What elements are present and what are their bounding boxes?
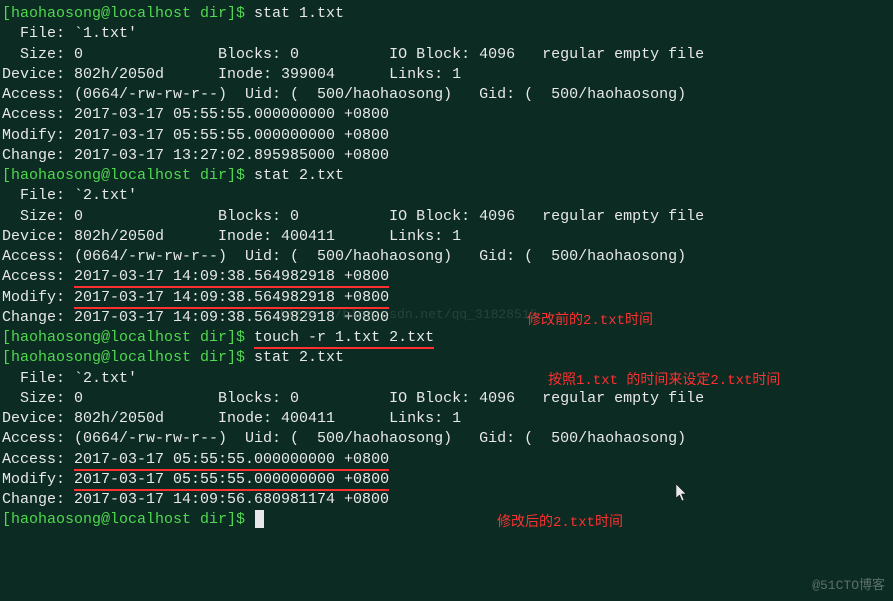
prompt: [haohaosong@localhost dir]$: [2, 329, 254, 346]
output-accessperm-2: Access: (0664/-rw-rw-r--) Uid: ( 500/hao…: [2, 247, 891, 267]
prompt-line-3[interactable]: [haohaosong@localhost dir]$ touch -r 1.t…: [2, 328, 891, 348]
underlined-access-after: 2017-03-17 05:55:55.000000000 +0800: [74, 451, 389, 471]
output-size-2: Size: 0 Blocks: 0 IO Block: 4096 regular…: [2, 207, 891, 227]
output-modifytime-3: Modify: 2017-03-17 05:55:55.000000000 +0…: [2, 470, 891, 490]
output-modifytime-1: Modify: 2017-03-17 05:55:55.000000000 +0…: [2, 126, 891, 146]
command-3: touch -r 1.txt 2.txt: [254, 329, 434, 349]
underlined-modify-before: 2017-03-17 14:09:38.564982918 +0800: [74, 289, 389, 309]
prompt: [haohaosong@localhost dir]$: [2, 5, 254, 22]
output-changetime-2: Change: 2017-03-17 14:09:38.564982918 +0…: [2, 308, 891, 328]
command-2: stat 2.txt: [254, 167, 344, 184]
prompt: [haohaosong@localhost dir]$: [2, 511, 254, 528]
output-accessperm-1: Access: (0664/-rw-rw-r--) Uid: ( 500/hao…: [2, 85, 891, 105]
annotation-after: 修改后的2.txt时间: [497, 514, 623, 533]
command-4: stat 2.txt: [254, 349, 344, 366]
cursor-icon: [255, 510, 264, 528]
output-size-1: Size: 0 Blocks: 0 IO Block: 4096 regular…: [2, 45, 891, 65]
output-modifytime-2: Modify: 2017-03-17 14:09:38.564982918 +0…: [2, 288, 891, 308]
output-device-3: Device: 802h/2050d Inode: 400411 Links: …: [2, 409, 891, 429]
annotation-touch: 按照1.txt 的时间来设定2.txt时间: [548, 372, 780, 391]
underlined-access-before: 2017-03-17 14:09:38.564982918 +0800: [74, 268, 389, 288]
output-accesstime-1: Access: 2017-03-17 05:55:55.000000000 +0…: [2, 105, 891, 125]
output-file-2: File: `2.txt': [2, 186, 891, 206]
output-size-3: Size: 0 Blocks: 0 IO Block: 4096 regular…: [2, 389, 891, 409]
prompt: [haohaosong@localhost dir]$: [2, 349, 254, 366]
output-accessperm-3: Access: (0664/-rw-rw-r--) Uid: ( 500/hao…: [2, 429, 891, 449]
output-file-1: File: `1.txt': [2, 24, 891, 44]
output-accesstime-2: Access: 2017-03-17 14:09:38.564982918 +0…: [2, 267, 891, 287]
underlined-modify-after: 2017-03-17 05:55:55.000000000 +0800: [74, 471, 389, 491]
prompt-line-4[interactable]: [haohaosong@localhost dir]$ stat 2.txt: [2, 348, 891, 368]
prompt-line-1[interactable]: [haohaosong@localhost dir]$ stat 1.txt: [2, 4, 891, 24]
watermark-bottom-right: @51CTO博客: [812, 577, 885, 595]
prompt-line-final[interactable]: [haohaosong@localhost dir]$: [2, 510, 891, 530]
command-1: stat 1.txt: [254, 5, 344, 22]
output-device-1: Device: 802h/2050d Inode: 399004 Links: …: [2, 65, 891, 85]
output-changetime-1: Change: 2017-03-17 13:27:02.895985000 +0…: [2, 146, 891, 166]
prompt: [haohaosong@localhost dir]$: [2, 167, 254, 184]
output-device-2: Device: 802h/2050d Inode: 400411 Links: …: [2, 227, 891, 247]
prompt-line-2[interactable]: [haohaosong@localhost dir]$ stat 2.txt: [2, 166, 891, 186]
annotation-before: 修改前的2.txt时间: [527, 312, 653, 331]
output-changetime-3: Change: 2017-03-17 14:09:56.680981174 +0…: [2, 490, 891, 510]
output-accesstime-3: Access: 2017-03-17 05:55:55.000000000 +0…: [2, 450, 891, 470]
